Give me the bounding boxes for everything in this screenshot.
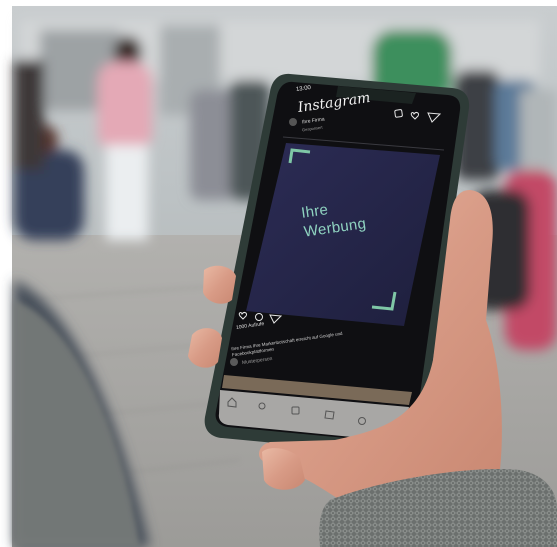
photo-scene: 13:00 Instagram Ihre Firma Gesponsert Ih… <box>0 0 557 547</box>
avatar[interactable] <box>289 118 297 126</box>
comment-avatar <box>230 358 238 366</box>
street-photo <box>0 0 557 547</box>
